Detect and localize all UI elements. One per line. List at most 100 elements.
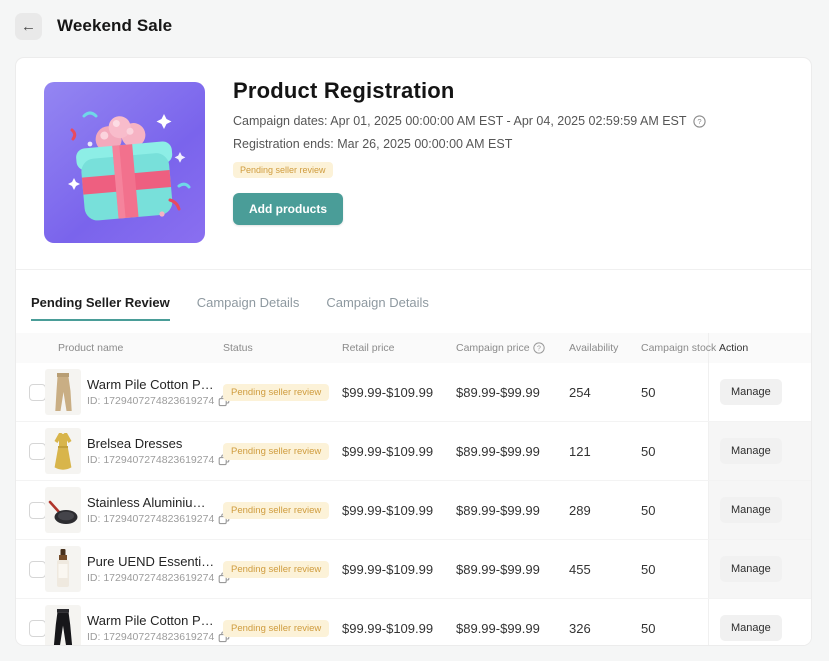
product-id-text: ID: 1729407274823619274 bbox=[87, 572, 215, 584]
action-cell: Manage bbox=[708, 540, 811, 598]
back-arrow-icon: ← bbox=[21, 17, 36, 35]
campaign-stock-value: 50 bbox=[641, 502, 656, 518]
column-header-availability: Availability bbox=[569, 342, 619, 354]
status-badge: Pending seller review bbox=[223, 383, 330, 401]
product-name[interactable]: Brelsea Dresses bbox=[87, 436, 182, 451]
manage-button[interactable]: Manage bbox=[720, 556, 782, 582]
product-name-cell: Warm Pile Cotton Pants 21-... ID: 172940… bbox=[87, 363, 230, 421]
tab-campaign-details-1[interactable]: Campaign Details bbox=[197, 295, 300, 321]
product-name[interactable]: Warm Pile Cotton Pants 21-... bbox=[87, 377, 215, 392]
campaign-stock-value: 50 bbox=[641, 561, 656, 577]
availability-value: 121 bbox=[569, 443, 591, 459]
product-id-text: ID: 1729407274823619274 bbox=[87, 513, 215, 525]
gift-illustration bbox=[44, 82, 205, 243]
table-row: Brelsea Dresses ID: 1729407274823619274 … bbox=[16, 422, 811, 481]
table-row: Warm Pile Cotton Pants 21-... ID: 172940… bbox=[16, 599, 811, 645]
table-header: Product name Status Retail price Campaig… bbox=[16, 333, 811, 363]
availability-value: 289 bbox=[569, 502, 591, 518]
action-cell: Manage bbox=[708, 481, 811, 539]
tabs-row: Pending Seller Review Campaign Details C… bbox=[16, 270, 811, 533]
campaign-stock-value: 50 bbox=[641, 384, 656, 400]
product-id: ID: 1729407274823619274 bbox=[87, 454, 230, 466]
table-row: Warm Pile Cotton Pants 21-... ID: 172940… bbox=[16, 363, 811, 422]
svg-text:?: ? bbox=[697, 117, 701, 126]
campaign-price: $89.99-$99.99 bbox=[456, 384, 540, 400]
availability-value: 455 bbox=[569, 561, 591, 577]
column-header-status: Status bbox=[223, 342, 253, 354]
campaign-header-section: Product Registration Campaign dates: Apr… bbox=[16, 58, 811, 270]
column-header-action: Action bbox=[719, 342, 749, 354]
add-products-button[interactable]: Add products bbox=[233, 193, 343, 225]
action-cell: Manage bbox=[708, 422, 811, 480]
campaign-dates-text: Campaign dates: Apr 01, 2025 00:00:00 AM… bbox=[233, 114, 687, 128]
action-cell: Manage bbox=[708, 363, 811, 421]
main-panel: Product Registration Campaign dates: Apr… bbox=[15, 57, 812, 646]
top-bar: ← Weekend Sale bbox=[0, 0, 829, 52]
product-id: ID: 1729407274823619274 bbox=[87, 631, 230, 643]
product-name[interactable]: Pure UEND Essential Oil bbox=[87, 554, 215, 569]
column-header-campaign-stock: Campaign stock bbox=[641, 342, 717, 354]
page-title: Weekend Sale bbox=[57, 16, 173, 35]
table-row: Pure UEND Essential Oil ID: 172940727482… bbox=[16, 540, 811, 599]
status-badge: Pending seller review bbox=[223, 501, 330, 519]
product-id: ID: 1729407274823619274 bbox=[87, 395, 230, 407]
row-checkbox[interactable] bbox=[29, 383, 46, 401]
campaign-price: $89.99-$99.99 bbox=[456, 620, 540, 636]
tab-pending-seller-review[interactable]: Pending Seller Review bbox=[31, 295, 170, 321]
manage-button[interactable]: Manage bbox=[720, 615, 782, 641]
product-thumbnail bbox=[45, 369, 81, 415]
column-header-retail-price: Retail price bbox=[342, 342, 395, 354]
campaign-price: $89.99-$99.99 bbox=[456, 502, 540, 518]
campaign-price: $89.99-$99.99 bbox=[456, 561, 540, 577]
back-button[interactable]: ← bbox=[15, 12, 42, 40]
availability-value: 254 bbox=[569, 384, 591, 400]
manage-button[interactable]: Manage bbox=[720, 438, 782, 464]
product-name[interactable]: Warm Pile Cotton Pants 21-... bbox=[87, 613, 215, 628]
status-badge: Pending seller review bbox=[223, 560, 330, 578]
availability-value: 326 bbox=[569, 620, 591, 636]
status-badge: Pending seller review bbox=[223, 442, 330, 460]
help-icon[interactable]: ? bbox=[692, 114, 706, 128]
column-header-product-name: Product name bbox=[58, 342, 124, 354]
row-checkbox[interactable] bbox=[29, 442, 46, 460]
campaign-stock-value: 50 bbox=[641, 620, 656, 636]
row-checkbox[interactable] bbox=[29, 560, 46, 578]
registration-ends-text: Registration ends: Mar 26, 2025 00:00:00… bbox=[233, 137, 513, 151]
manage-button[interactable]: Manage bbox=[720, 379, 782, 405]
product-id-text: ID: 1729407274823619274 bbox=[87, 454, 215, 466]
product-thumbnail bbox=[45, 428, 81, 474]
product-id: ID: 1729407274823619274 bbox=[87, 513, 230, 525]
help-icon[interactable]: ? bbox=[532, 342, 545, 354]
column-header-campaign-price: Campaign price ? bbox=[456, 333, 545, 363]
product-name-cell: Brelsea Dresses ID: 1729407274823619274 bbox=[87, 422, 230, 480]
retail-price: $99.99-$109.99 bbox=[342, 620, 434, 636]
row-checkbox[interactable] bbox=[29, 619, 46, 637]
retail-price: $99.99-$109.99 bbox=[342, 384, 434, 400]
campaign-title: Product Registration bbox=[233, 78, 455, 103]
campaign-price-label: Campaign price bbox=[456, 342, 530, 354]
tab-campaign-details-2[interactable]: Campaign Details bbox=[326, 295, 429, 321]
manage-button[interactable]: Manage bbox=[720, 497, 782, 523]
retail-price: $99.99-$109.99 bbox=[342, 502, 434, 518]
table-row: Stainless Aluminium Steel P... ID: 17294… bbox=[16, 481, 811, 540]
retail-price: $99.99-$109.99 bbox=[342, 561, 434, 577]
product-id-text: ID: 1729407274823619274 bbox=[87, 631, 215, 643]
product-id-text: ID: 1729407274823619274 bbox=[87, 395, 215, 407]
product-id: ID: 1729407274823619274 bbox=[87, 572, 230, 584]
campaign-price: $89.99-$99.99 bbox=[456, 443, 540, 459]
product-name-cell: Stainless Aluminium Steel P... ID: 17294… bbox=[87, 481, 230, 539]
table-body: Warm Pile Cotton Pants 21-... ID: 172940… bbox=[16, 363, 811, 645]
product-thumbnail bbox=[45, 605, 81, 645]
svg-text:?: ? bbox=[537, 345, 541, 352]
product-name-cell: Pure UEND Essential Oil ID: 172940727482… bbox=[87, 540, 230, 598]
retail-price: $99.99-$109.99 bbox=[342, 443, 434, 459]
product-name[interactable]: Stainless Aluminium Steel P... bbox=[87, 495, 215, 510]
product-thumbnail bbox=[45, 546, 81, 592]
status-badge: Pending seller review bbox=[223, 619, 330, 637]
campaign-status-badge: Pending seller review bbox=[233, 162, 333, 178]
campaign-stock-value: 50 bbox=[641, 443, 656, 459]
product-thumbnail bbox=[45, 487, 81, 533]
action-cell: Manage bbox=[708, 599, 811, 645]
row-checkbox[interactable] bbox=[29, 501, 46, 519]
product-name-cell: Warm Pile Cotton Pants 21-... ID: 172940… bbox=[87, 599, 230, 645]
